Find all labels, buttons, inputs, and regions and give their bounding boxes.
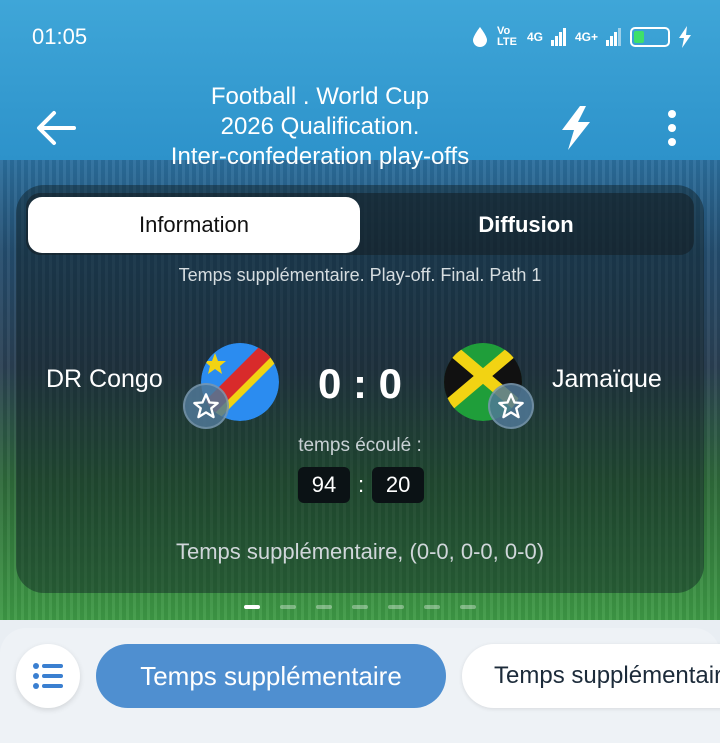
pager-dots xyxy=(244,605,476,609)
tab-information[interactable]: Information xyxy=(28,197,360,253)
match-stage: Temps supplémentaire. Play-off. Final. P… xyxy=(178,265,542,285)
signal-icon xyxy=(550,28,566,46)
bottom-bar: Temps supplémentaire Temps supplémentair… xyxy=(0,628,720,743)
elapsed-label: temps écoulé : xyxy=(298,435,422,456)
tab-bar: Information Diffusion xyxy=(26,193,694,255)
match-clock: 94 : 20 xyxy=(298,467,425,503)
pager-dot[interactable] xyxy=(316,605,332,609)
page-title: Football . World Cup 2026 Qualification.… xyxy=(140,82,500,172)
favorite-away-star-icon[interactable] xyxy=(488,383,534,429)
period-scores: Temps supplémentaire, (0-0, 0-0, 0-0) xyxy=(175,539,545,564)
header: Football . World Cup 2026 Qualification.… xyxy=(0,82,720,178)
title-line-1: Football . World Cup xyxy=(210,83,430,110)
screen: 01:05 Vo LTE 4G 4G+ Football . World Cup… xyxy=(0,0,720,743)
tab-diffusion[interactable]: Diffusion xyxy=(360,197,692,253)
pager-dot[interactable] xyxy=(388,605,404,609)
away-team-name[interactable]: Jamaïque xyxy=(552,365,662,394)
network-4g-label: 4G xyxy=(526,30,543,44)
arrow-left-icon[interactable] xyxy=(34,108,78,148)
pager-dot[interactable] xyxy=(460,605,476,609)
status-time: 01:05 xyxy=(32,24,88,49)
data-drop-icon xyxy=(472,27,487,47)
pager-dot[interactable] xyxy=(424,605,440,609)
match-card: Information Diffusion Temps supplémentai… xyxy=(16,185,704,593)
clock-seconds: 20 xyxy=(372,467,425,503)
signal-icon-2 xyxy=(606,28,621,46)
battery-icon xyxy=(630,27,670,47)
period-pill-active[interactable]: Temps supplémentaire xyxy=(96,644,446,708)
title-line-2: 2026 Qualification. xyxy=(220,113,420,140)
lightning-icon[interactable] xyxy=(558,106,594,150)
pager-dot[interactable] xyxy=(280,605,296,609)
volte-label: Vo LTE xyxy=(496,25,517,48)
period-pill[interactable]: Temps supplémentaire xyxy=(462,644,720,708)
more-vertical-icon[interactable] xyxy=(662,110,682,146)
charging-icon xyxy=(679,26,691,48)
clock-minutes: 94 xyxy=(298,467,350,503)
pager-dot[interactable] xyxy=(352,605,368,609)
list-icon[interactable] xyxy=(16,644,80,708)
clock-separator: : xyxy=(358,472,365,497)
status-icons: Vo LTE 4G 4G+ xyxy=(471,26,692,48)
title-line-3: Inter-confederation play-offs xyxy=(170,143,470,170)
status-bar: 01:05 Vo LTE 4G 4G+ xyxy=(32,20,692,54)
network-4gplus-label: 4G+ xyxy=(574,30,598,44)
pager-dot[interactable] xyxy=(244,605,260,609)
